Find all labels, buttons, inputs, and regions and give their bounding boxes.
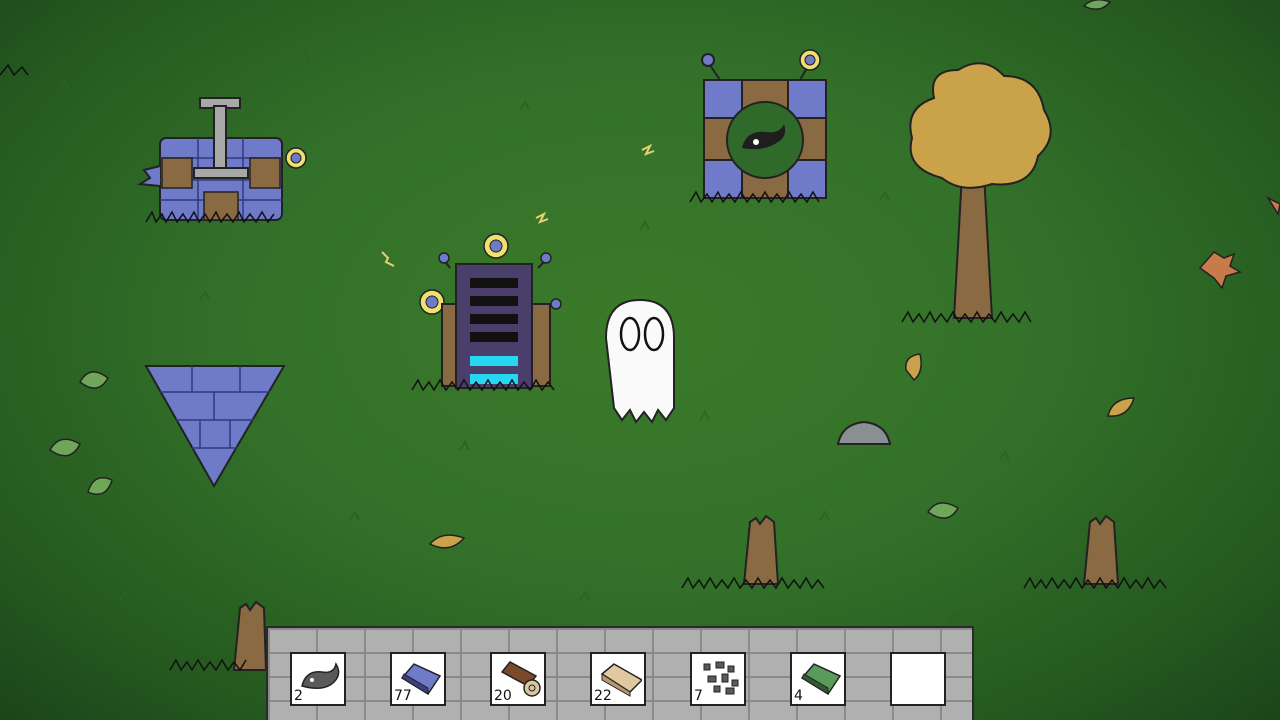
fallen-leaves (49, 0, 1280, 549)
hotbar-slot-1[interactable]: 2 (290, 652, 346, 706)
item-count: 20 (494, 688, 512, 704)
hotbar-slot-4[interactable]: 22 (590, 652, 646, 706)
inventory-hotbar: 2 77 20 22 7 4 (266, 626, 974, 720)
game-world: 2 77 20 22 7 4 (0, 0, 1280, 720)
item-count: 4 (794, 688, 803, 704)
leaf-icon (79, 371, 109, 389)
item-count: 7 (694, 688, 703, 704)
leaf-icon (1082, 0, 1112, 10)
leaf-icon (1107, 397, 1136, 417)
whale-creature-icon (301, 661, 340, 689)
leaf-icon (926, 502, 960, 519)
leaf-icon (428, 534, 466, 549)
stone-rubble-icon (703, 661, 739, 695)
item-count: 22 (594, 688, 612, 704)
leaf-icon (905, 353, 922, 382)
hotbar-slot-2[interactable]: 77 (390, 652, 446, 706)
hotbar-slot-3[interactable]: 20 (490, 652, 546, 706)
hotbar-slot-5[interactable]: 7 (690, 652, 746, 706)
green-ingot-icon (800, 663, 842, 696)
item-count: 2 (294, 688, 303, 704)
leaf-icon (1265, 196, 1280, 216)
hotbar-slot-6[interactable]: 4 (790, 652, 846, 706)
leaf-icon (1198, 251, 1242, 290)
leaf-icon (87, 477, 113, 495)
hotbar-slot-7[interactable] (890, 652, 946, 706)
item-count: 77 (394, 688, 412, 704)
leaf-icon (49, 438, 81, 457)
